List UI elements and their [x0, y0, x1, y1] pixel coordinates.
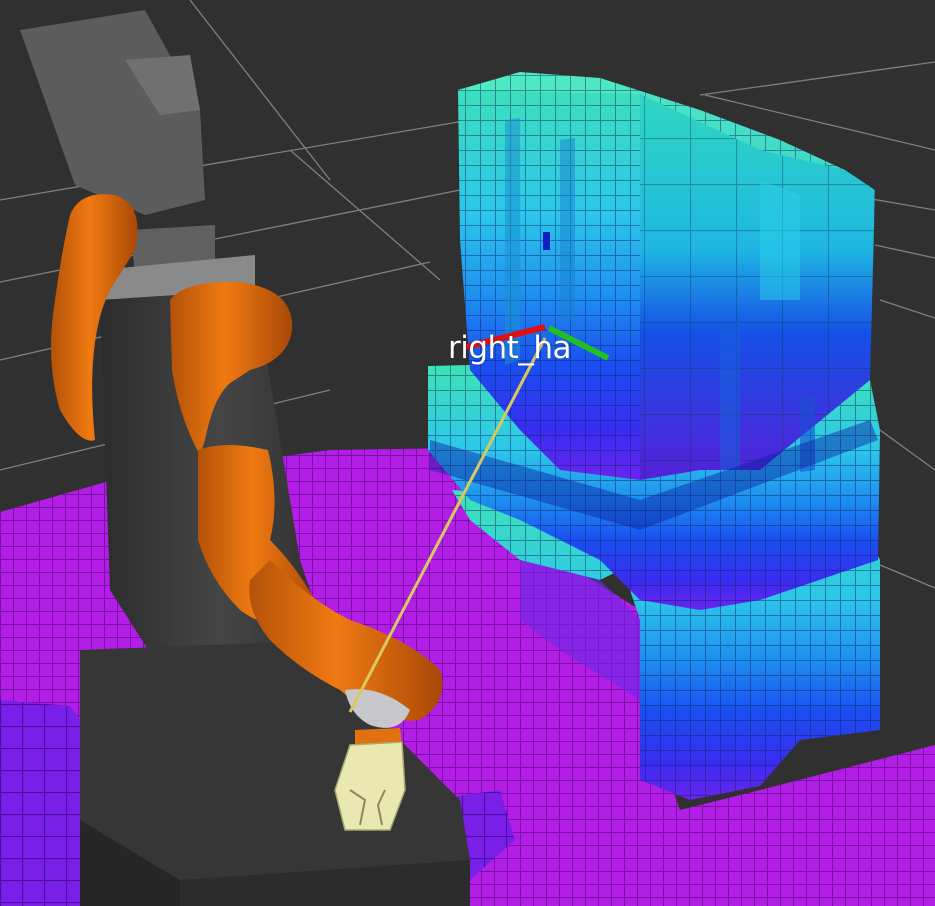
rviz-3d-viewport[interactable]: right_ha — [0, 0, 935, 906]
tf-frame-label: right_ha — [448, 330, 571, 366]
scene-render[interactable] — [0, 0, 935, 906]
